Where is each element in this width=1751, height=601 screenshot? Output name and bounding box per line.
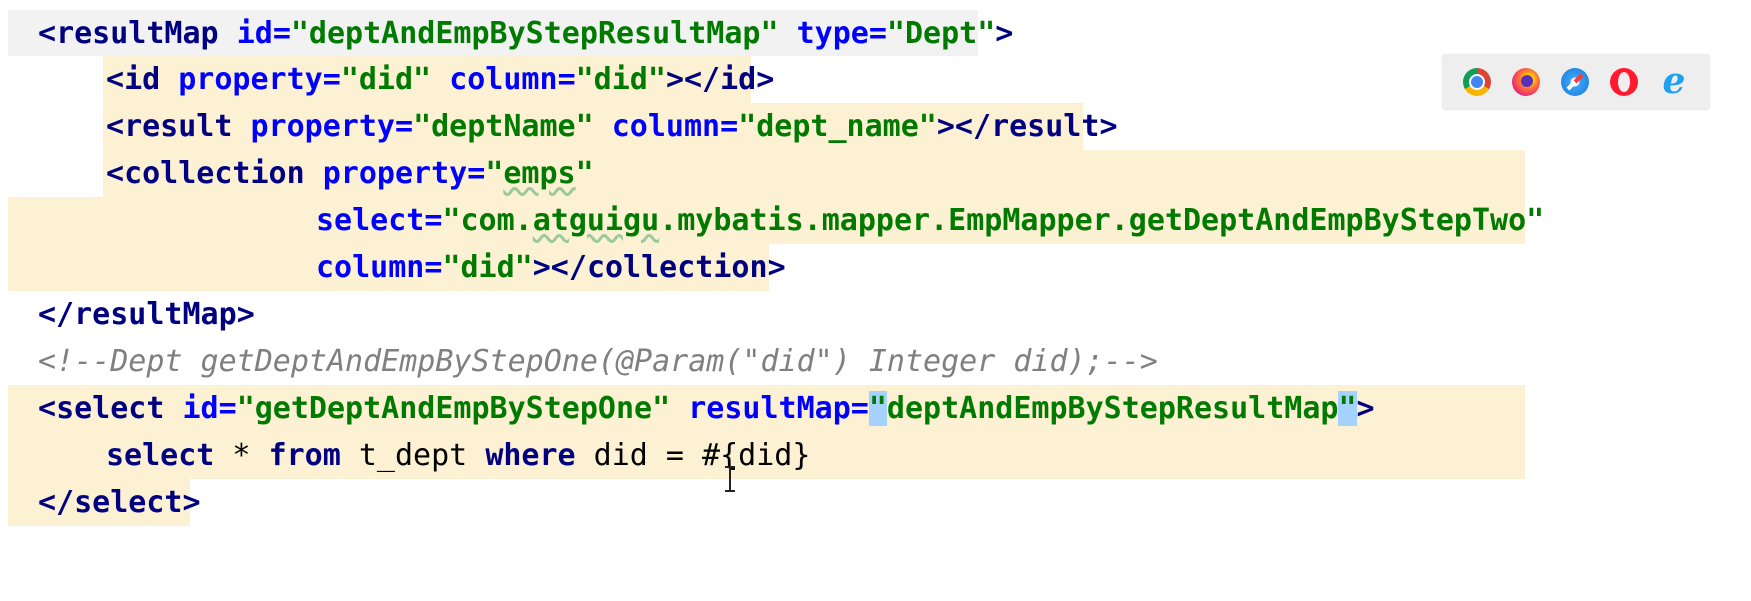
code-line-8-comment[interactable]: <!--Dept getDeptAndEmpByStepOne(@Param("… xyxy=(38,338,1158,386)
token: </ xyxy=(38,485,75,520)
code-line-3[interactable]: <result property="deptName" column="dept… xyxy=(106,103,1118,151)
code-line-2[interactable]: <id property="did" column="did"></id> xyxy=(106,56,774,104)
attr-value: "getDeptAndEmpByStepOne" xyxy=(236,391,671,426)
token: </ xyxy=(38,297,75,332)
token: = xyxy=(557,62,576,97)
tag-name: select xyxy=(74,485,183,520)
tag-name: result xyxy=(991,109,1100,144)
token: > xyxy=(1356,391,1375,426)
chrome-icon[interactable] xyxy=(1463,68,1491,96)
sql-text: t_dept xyxy=(340,438,486,473)
token: = xyxy=(218,391,237,426)
attr-name: column xyxy=(449,62,558,97)
token: > xyxy=(767,250,786,285)
code-line-4[interactable]: <collection property="emps" xyxy=(106,150,594,198)
attr-value: "did" xyxy=(340,62,432,97)
attr-name: property xyxy=(322,156,468,191)
token: " xyxy=(575,156,594,191)
token: = xyxy=(395,109,414,144)
attr-value: "com. xyxy=(442,203,533,238)
opera-icon[interactable] xyxy=(1610,68,1638,96)
token: < xyxy=(106,109,125,144)
token: = xyxy=(322,62,341,97)
tag-name: collection xyxy=(586,250,768,285)
token: > xyxy=(995,16,1014,51)
code-line-9[interactable]: <select id="getDeptAndEmpByStepOne" resu… xyxy=(38,385,1375,433)
attr-value-typo: emps xyxy=(503,156,576,191)
sql-keyword: from xyxy=(268,438,341,473)
token: < xyxy=(38,16,57,51)
token: < xyxy=(106,62,125,97)
token: = xyxy=(272,16,291,51)
attr-value: "did" xyxy=(442,250,533,285)
attr-name: resultMap xyxy=(688,391,851,426)
token: > xyxy=(1099,109,1118,144)
token: " xyxy=(485,156,504,191)
sql-text: * xyxy=(214,438,269,473)
code-line-10[interactable]: select * from t_dept where did = #{did} xyxy=(106,432,810,480)
token: < xyxy=(106,156,125,191)
token: > xyxy=(182,485,201,520)
browser-preview-toolbar: e xyxy=(1442,54,1710,110)
attr-name: property xyxy=(178,62,323,97)
token: = xyxy=(424,250,443,285)
token: ></ xyxy=(936,109,992,144)
code-line-5[interactable]: select="com.atguigu.mybatis.mapper.EmpMa… xyxy=(316,197,1544,245)
code-line-11[interactable]: </select> xyxy=(38,479,201,527)
firefox-icon[interactable] xyxy=(1512,68,1540,96)
token: = xyxy=(424,203,443,238)
attr-name: column xyxy=(316,250,425,285)
tag-name: resultMap xyxy=(56,16,219,51)
token: = xyxy=(467,156,486,191)
token: > xyxy=(236,297,255,332)
tag-name: id xyxy=(124,62,161,97)
sql-text: did = #{did} xyxy=(575,438,811,473)
attr-value: "Dept" xyxy=(886,16,996,51)
code-line-6[interactable]: column="did"></collection> xyxy=(316,244,786,292)
attr-value: .mybatis.mapper.EmpMapper.getDeptAndEmpB… xyxy=(659,203,1545,238)
attr-name: id xyxy=(236,16,273,51)
attr-value-typo: atguigu xyxy=(532,203,660,238)
ie-icon[interactable]: e xyxy=(1659,63,1689,99)
code-editor[interactable]: <resultMap id="deptAndEmpByStepResultMap… xyxy=(0,0,1751,601)
attr-name: property xyxy=(250,109,396,144)
attr-name: id xyxy=(182,391,219,426)
attr-name: select xyxy=(316,203,425,238)
attr-value: "deptAndEmpByStepResultMap" xyxy=(290,16,779,51)
matched-quote: " xyxy=(868,391,887,426)
sql-keyword: where xyxy=(485,438,576,473)
tag-name: collection xyxy=(124,156,305,191)
token: ></ xyxy=(532,250,587,285)
token: > xyxy=(756,62,775,97)
attr-value: "did" xyxy=(575,62,666,97)
safari-icon[interactable] xyxy=(1561,68,1589,96)
token: = xyxy=(868,16,887,51)
attr-value: "dept_name" xyxy=(738,109,937,144)
text-cursor-icon xyxy=(725,466,735,492)
token: < xyxy=(38,391,57,426)
attr-name: type xyxy=(796,16,869,51)
attr-value: deptAndEmpByStepResultMap xyxy=(886,391,1339,426)
token: ></ xyxy=(665,62,721,97)
attr-name: column xyxy=(611,109,721,144)
code-line-7[interactable]: </resultMap> xyxy=(38,291,255,339)
tag-name: result xyxy=(124,109,233,144)
sql-keyword: select xyxy=(106,438,215,473)
tag-name: select xyxy=(56,391,165,426)
matched-quote: " xyxy=(1338,391,1357,426)
token: = xyxy=(850,391,869,426)
token: = xyxy=(720,109,739,144)
code-line-1[interactable]: <resultMap id="deptAndEmpByStepResultMap… xyxy=(38,10,1013,58)
tag-name: id xyxy=(720,62,757,97)
tag-name: resultMap xyxy=(74,297,237,332)
attr-value: "deptName" xyxy=(413,109,594,144)
